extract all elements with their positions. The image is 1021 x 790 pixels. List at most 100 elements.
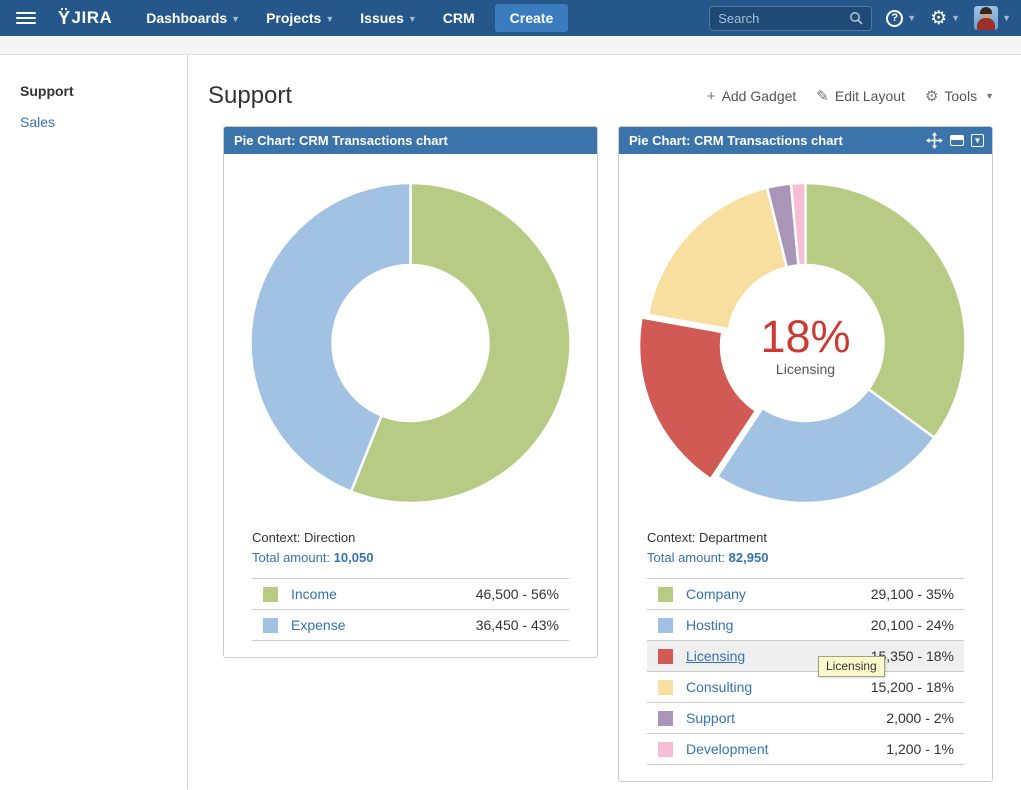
chevron-down-icon: ▼	[985, 91, 994, 101]
legend-row-licensing: Licensing15,350 - 18%	[647, 640, 964, 671]
total-amount: Total amount: 82,950	[647, 550, 964, 565]
legend-value: 36,450 - 43%	[476, 617, 559, 633]
add-gadget-button[interactable]: + Add Gadget	[707, 88, 797, 105]
page-title: Support	[208, 82, 292, 110]
nav-item-projects[interactable]: Projects ▼	[256, 4, 344, 32]
legend-swatch	[658, 680, 673, 695]
gadget-area: Pie Chart: CRM Transactions chart Context…	[223, 126, 994, 782]
search-input[interactable]	[718, 11, 849, 26]
gadget-title: Pie Chart: CRM Transactions chart	[629, 133, 926, 148]
legend-label-link[interactable]: Expense	[291, 617, 476, 633]
chevron-down-icon: ▼	[325, 14, 334, 24]
gadget-body: Context: Direction Total amount: 10,050 In…	[224, 154, 597, 657]
gadget-pie-chart-2: Pie Chart: CRM Transactions chart▼18%Lic…	[618, 126, 993, 782]
gadget-header: Pie Chart: CRM Transactions chart	[224, 127, 597, 154]
move-icon[interactable]	[926, 132, 943, 149]
total-amount-value: 82,950	[729, 550, 769, 565]
total-amount-label: Total amount:	[252, 550, 334, 565]
sidebar-item-sales[interactable]: Sales	[20, 114, 187, 130]
pie-slice-consulting[interactable]	[648, 188, 787, 330]
context-label: Context: Department	[647, 530, 964, 545]
search-icon[interactable]	[849, 11, 863, 25]
help-menu[interactable]: ? ▼	[886, 10, 916, 27]
legend-value: 46,500 - 56%	[476, 586, 559, 602]
subheader-band	[0, 36, 1021, 55]
maximize-icon[interactable]	[950, 135, 964, 146]
total-amount-value: 10,050	[334, 550, 374, 565]
legend-table: Income46,500 - 56%Expense36,450 - 43%	[252, 578, 569, 641]
legend-row-consulting: Consulting15,200 - 18%	[647, 671, 964, 702]
legend-swatch	[263, 618, 278, 633]
chevron-down-icon: ▼	[1002, 13, 1011, 23]
chevron-down-icon: ▼	[907, 13, 916, 23]
main-content: Support + Add Gadget ✎Edit Layout ⚙ Tools ▼ P…	[188, 55, 1021, 789]
legend-row-expense: Expense36,450 - 43%	[252, 609, 569, 640]
chevron-down-icon: ▼	[408, 14, 417, 24]
legend-swatch	[658, 742, 673, 757]
plus-icon: +	[707, 88, 716, 105]
gadget-header: Pie Chart: CRM Transactions chart ▼	[619, 127, 992, 154]
dashboard-sidebar: Support Sales	[0, 55, 188, 789]
menu-icon[interactable]	[16, 12, 36, 24]
jira-logo-icon: Ÿ	[58, 8, 71, 29]
legend-value: 2,000 - 2%	[886, 710, 954, 726]
navbar-right: ? ▼ ⚙ ▼ ▼	[709, 6, 1011, 31]
donut-chart	[224, 168, 597, 520]
nav-item-label: Issues	[360, 10, 404, 26]
nav-item-label: Projects	[266, 10, 321, 26]
chevron-down-icon: ▼	[231, 14, 240, 24]
action-label: Tools	[944, 88, 977, 104]
top-navbar: Ÿ JIRA Dashboards ▼ Projects ▼ Issues ▼ CRM Cr…	[0, 0, 1021, 36]
legend-label-link[interactable]: Hosting	[686, 617, 871, 633]
legend-label-link[interactable]: Support	[686, 710, 886, 726]
legend-label-link[interactable]: Income	[291, 586, 476, 602]
legend-block: Context: Direction Total amount: 10,050 In…	[252, 530, 569, 641]
create-button[interactable]: Create	[495, 4, 569, 32]
help-icon: ?	[886, 10, 903, 27]
legend-swatch	[658, 649, 673, 664]
legend-table: Company29,100 - 35%Hosting20,100 - 24%Li…	[647, 578, 964, 765]
gear-icon: ⚙	[925, 87, 938, 105]
search-box[interactable]	[709, 6, 872, 31]
dashboard-actions: + Add Gadget ✎Edit Layout ⚙ Tools ▼	[707, 87, 994, 105]
chevron-down-icon: ▼	[951, 13, 960, 23]
total-amount-label: Total amount:	[647, 550, 729, 565]
dropdown-icon[interactable]: ▼	[971, 134, 984, 147]
nav-item-crm[interactable]: CRM	[433, 4, 485, 32]
nav-item-dashboards[interactable]: Dashboards ▼	[136, 4, 250, 32]
jira-logo[interactable]: Ÿ JIRA	[58, 8, 112, 29]
legend-block: Context: Department Total amount: 82,950 C…	[647, 530, 964, 765]
legend-label-link[interactable]: Development	[686, 741, 886, 757]
center-percent-label: 18%	[760, 311, 850, 362]
legend-value: 1,200 - 1%	[886, 741, 954, 757]
sidebar-item-support[interactable]: Support	[20, 83, 187, 99]
nav-item-label: Dashboards	[146, 10, 227, 26]
action-label: Edit Layout	[835, 88, 905, 104]
legend-swatch	[658, 711, 673, 726]
gadget-title: Pie Chart: CRM Transactions chart	[234, 133, 589, 148]
edit-layout-button[interactable]: ✎Edit Layout	[816, 87, 905, 105]
legend-swatch	[658, 618, 673, 633]
total-amount: Total amount: 10,050	[252, 550, 569, 565]
legend-value: 15,200 - 18%	[871, 679, 954, 695]
legend-label-link[interactable]: Consulting	[686, 679, 871, 695]
pie-chart-svg: 18%Licensing	[619, 168, 992, 520]
navbar-menu: Dashboards ▼ Projects ▼ Issues ▼ CRM	[136, 4, 484, 32]
legend-swatch	[263, 587, 278, 602]
legend-label-link[interactable]: Company	[686, 586, 871, 602]
settings-menu[interactable]: ⚙ ▼	[930, 9, 960, 28]
gadget-pie-chart-1: Pie Chart: CRM Transactions chart Context…	[223, 126, 598, 658]
context-label: Context: Direction	[252, 530, 569, 545]
legend-swatch	[658, 587, 673, 602]
nav-item-issues[interactable]: Issues ▼	[350, 4, 427, 32]
legend-row-support: Support2,000 - 2%	[647, 702, 964, 733]
legend-value: 20,100 - 24%	[871, 617, 954, 633]
action-label: Add Gadget	[722, 88, 797, 104]
legend-row-income: Income46,500 - 56%	[252, 578, 569, 609]
tools-button[interactable]: ⚙ Tools ▼	[925, 87, 994, 105]
page-header: Support + Add Gadget ✎Edit Layout ⚙ Tools ▼	[208, 77, 994, 115]
legend-row-hosting: Hosting20,100 - 24%	[647, 609, 964, 640]
nav-item-label: CRM	[443, 10, 475, 26]
user-menu[interactable]: ▼	[974, 6, 1011, 30]
jira-logo-text: JIRA	[72, 8, 113, 28]
